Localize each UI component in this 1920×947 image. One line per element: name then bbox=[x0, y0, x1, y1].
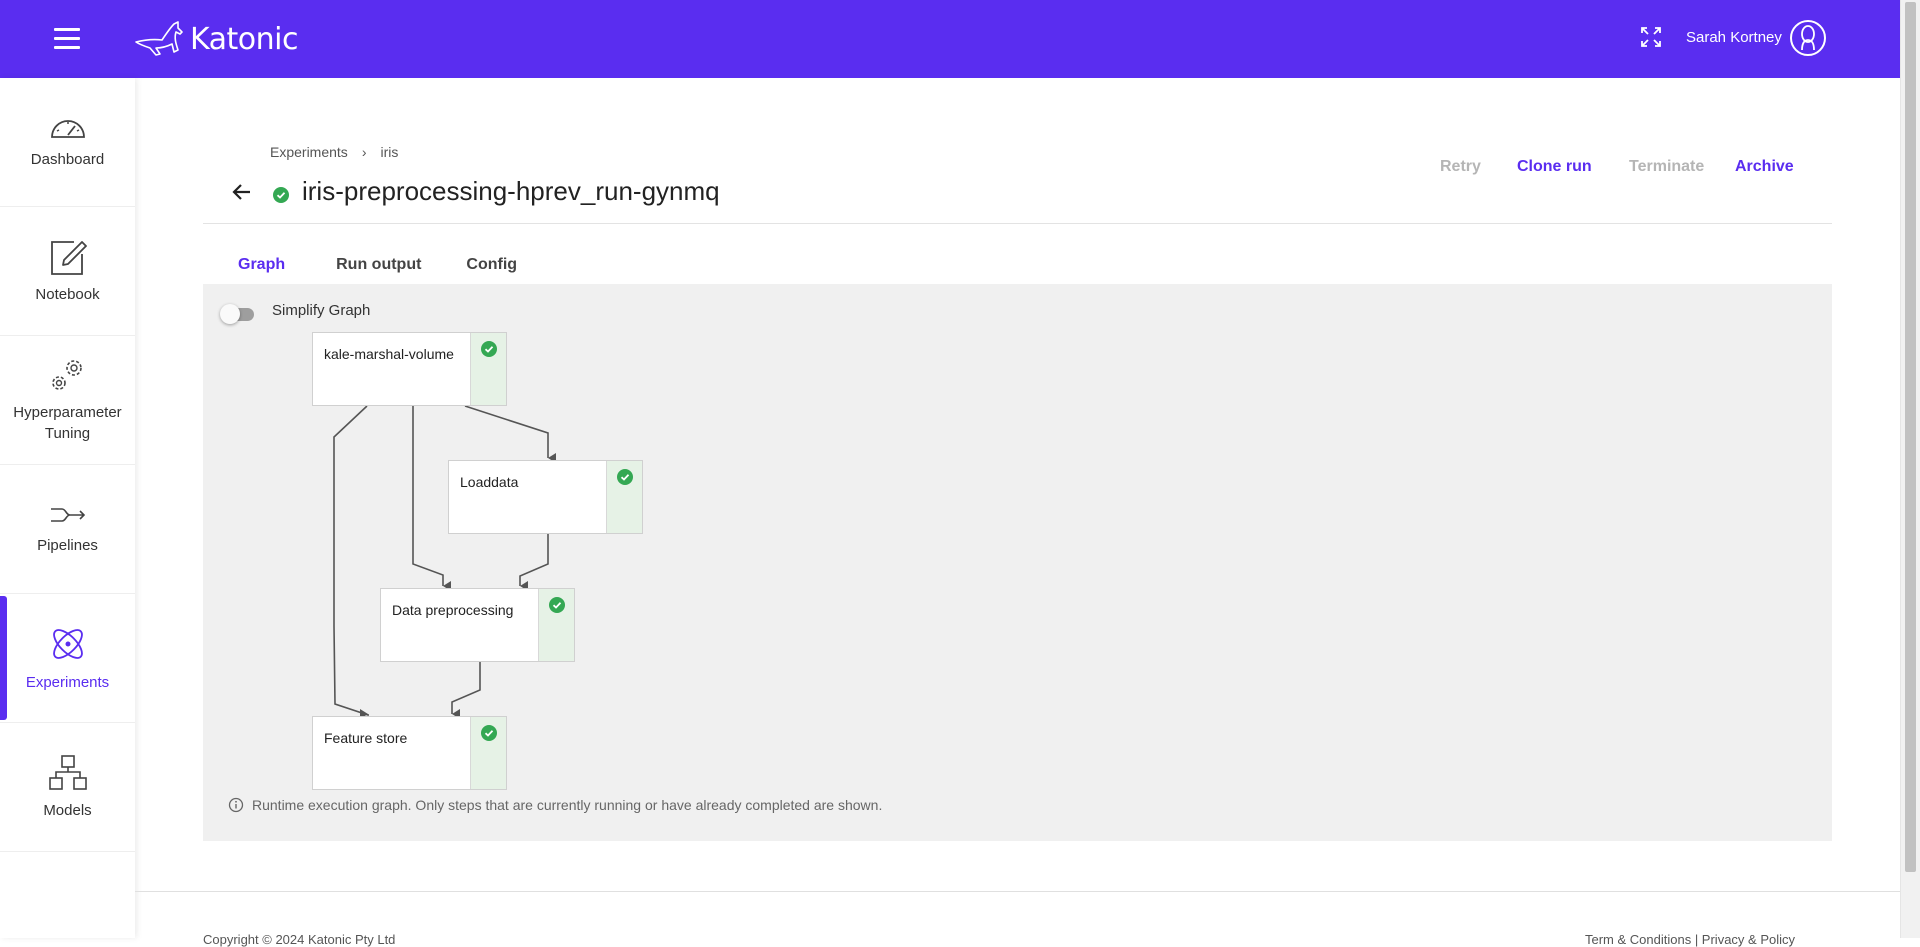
pipeline-icon bbox=[50, 507, 85, 522]
gears-icon bbox=[51, 360, 82, 390]
breadcrumb-experiments[interactable]: Experiments bbox=[270, 144, 348, 160]
edge-loaddata-to-preprocessing bbox=[519, 534, 549, 591]
sidebar-item-notebook[interactable]: Notebook bbox=[0, 207, 135, 336]
sidebar-item-pipelines[interactable]: Pipelines bbox=[0, 465, 135, 594]
kangaroo-logo-icon bbox=[135, 21, 183, 56]
node-label: Feature store bbox=[324, 730, 408, 746]
archive-button[interactable]: Archive bbox=[1735, 158, 1794, 176]
sidebar-item-label: Experiments bbox=[25, 673, 110, 691]
node-label: kale-marshal-volume bbox=[324, 346, 454, 362]
sidebar-item-models[interactable]: Models bbox=[0, 723, 135, 852]
footer-copyright: Copyright © 2024 Katonic Pty Ltd bbox=[203, 932, 396, 947]
sidebar-item-label: Pipelines bbox=[37, 536, 98, 554]
sidebar-item-label: Notebook bbox=[35, 285, 100, 303]
graph-footnote: Runtime execution graph. Only steps that… bbox=[228, 797, 882, 813]
clone-run-button[interactable]: Clone run bbox=[1517, 158, 1592, 176]
breadcrumb-separator: › bbox=[361, 144, 367, 160]
breadcrumb: Experiments › iris bbox=[270, 144, 398, 160]
node-status bbox=[538, 589, 574, 661]
gauge-icon bbox=[50, 119, 85, 138]
user-avatar-icon[interactable] bbox=[1790, 20, 1826, 56]
success-check-icon bbox=[481, 725, 497, 741]
menu-icon[interactable] bbox=[54, 28, 80, 50]
edge-preprocessing-to-feature-store bbox=[451, 662, 481, 719]
sidebar-item-dashboard[interactable]: Dashboard bbox=[0, 78, 135, 207]
node-label: Data preprocessing bbox=[392, 602, 514, 618]
scrollbar-thumb[interactable] bbox=[1905, 2, 1916, 872]
user-name[interactable]: Sarah Kortney bbox=[1686, 29, 1782, 46]
info-icon bbox=[228, 797, 244, 813]
retry-button[interactable]: Retry bbox=[1440, 158, 1481, 176]
node-status bbox=[470, 333, 506, 405]
edit-icon bbox=[50, 240, 87, 275]
sidebar-item-label: Models bbox=[43, 801, 92, 819]
page-title: iris-preprocessing-hprev_run-gynmq bbox=[302, 176, 720, 206]
node-status bbox=[470, 717, 506, 789]
atom-icon bbox=[52, 628, 83, 659]
sidebar-item-label: Hyperparameter Tuning bbox=[13, 404, 122, 442]
graph-node-kale-marshal-volume[interactable]: kale-marshal-volume bbox=[312, 332, 507, 406]
node-status bbox=[606, 461, 642, 533]
success-check-icon bbox=[273, 187, 289, 203]
scrollbar[interactable] bbox=[1900, 0, 1920, 938]
edge-marshal-to-loaddata bbox=[464, 405, 556, 463]
edge-marshal-to-feature-store bbox=[333, 405, 369, 719]
graph-panel: Simplify Graph kale-marshal-volume Loadd… bbox=[203, 284, 1832, 841]
footer-divider bbox=[135, 891, 1900, 892]
logo[interactable]: Katonic bbox=[134, 18, 299, 60]
header-divider bbox=[203, 223, 1832, 224]
edge-marshal-to-preprocessing bbox=[412, 406, 451, 591]
terminate-button[interactable]: Terminate bbox=[1629, 158, 1704, 176]
fullscreen-icon[interactable] bbox=[1640, 26, 1662, 48]
sidebar-item-label: Dashboard bbox=[30, 150, 105, 168]
logo-text: Katonic bbox=[190, 21, 299, 57]
success-check-icon bbox=[481, 341, 497, 357]
sidebar-item-experiments[interactable]: Experiments bbox=[0, 594, 135, 723]
success-check-icon bbox=[617, 469, 633, 485]
node-label: Loaddata bbox=[460, 474, 519, 490]
models-icon bbox=[48, 754, 87, 790]
breadcrumb-iris[interactable]: iris bbox=[380, 144, 398, 160]
top-bar: Katonic Sarah Kortney bbox=[0, 0, 1900, 78]
footnote-text: Runtime execution graph. Only steps that… bbox=[252, 797, 883, 813]
success-check-icon bbox=[549, 597, 565, 613]
back-arrow-icon[interactable] bbox=[230, 180, 254, 204]
footer-links[interactable]: Term & Conditions | Privacy & Policy bbox=[1585, 932, 1795, 947]
sidebar: Dashboard Notebook Hyperparameter Tuning… bbox=[0, 78, 135, 938]
sidebar-item-hyperparameter-tuning[interactable]: Hyperparameter Tuning bbox=[0, 336, 135, 465]
graph-node-data-preprocessing[interactable]: Data preprocessing bbox=[380, 588, 575, 662]
graph-node-loaddata[interactable]: Loaddata bbox=[448, 460, 643, 534]
graph-node-feature-store[interactable]: Feature store bbox=[312, 716, 507, 790]
